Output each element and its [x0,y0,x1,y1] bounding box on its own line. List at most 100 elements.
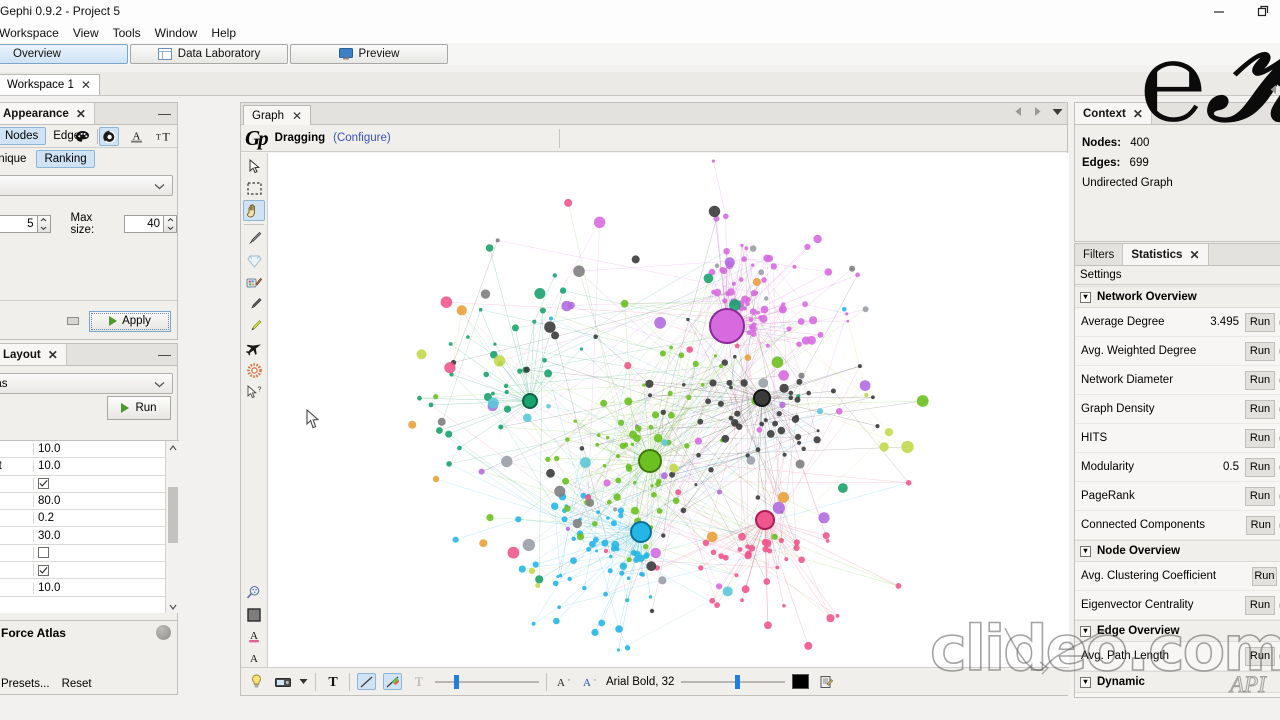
statistic-run-button[interactable]: Run [1245,428,1275,448]
tab-list-dropdown-icon[interactable] [1052,107,1063,119]
rectangle-select-icon[interactable] [243,178,265,199]
appearance-attribute-select[interactable]: Degree [0,175,173,196]
reset-button[interactable]: Reset [62,678,92,690]
statistic-report-icon[interactable] [1275,374,1280,387]
layout-property-row[interactable]: Autostab sensibility0.2 [0,510,165,528]
statistic-report-icon[interactable] [1275,316,1280,329]
menu-tools[interactable]: Tools [106,24,148,42]
next-tab-icon[interactable] [1033,106,1042,120]
statistic-run-button[interactable]: Run [1245,399,1275,419]
text-bold-icon[interactable]: T [323,673,342,690]
menu-window[interactable]: Window [148,24,205,42]
statistic-run-button[interactable]: Run [1245,341,1275,361]
brush-icon[interactable] [243,228,265,249]
statistic-run-button[interactable]: Run [1245,486,1275,506]
label-size-slider-knob[interactable] [735,674,741,689]
close-icon[interactable]: ✕ [1189,249,1199,261]
magnifier-icon[interactable] [243,582,265,603]
layout-property-row[interactable]: Autostab Strength80.0 [0,493,165,511]
statistic-report-icon[interactable] [1275,345,1280,358]
hand-drag-icon[interactable] [243,200,265,221]
statistics-group-header[interactable]: ▾ Network Overview [1075,286,1280,308]
palette-icon[interactable] [72,127,92,146]
minimize-icon[interactable] [1208,2,1230,20]
statistic-run-button[interactable]: Run [1245,370,1275,390]
node-label-icon[interactable]: T [409,673,428,690]
label-size-down-icon[interactable]: A · [554,673,573,690]
mode-button-preview[interactable]: Preview [290,44,448,64]
edge-toggle-icon[interactable] [357,673,376,690]
minimize-panel-icon[interactable]: — [158,107,171,120]
layout-property-value[interactable]: 10.0 [34,582,165,594]
layout-property-row[interactable]: Speed10.0 [0,579,165,597]
layout-property-value[interactable]: 10.0 [34,460,165,472]
label-underline-icon[interactable]: A [243,626,265,647]
diamond-icon[interactable] [243,250,265,271]
layout-property-value[interactable] [34,478,165,490]
statistic-run-button[interactable]: Run [1245,595,1275,615]
menu-view[interactable]: View [66,24,106,42]
statistic-run-button[interactable]: Run [1245,457,1275,477]
airplane-icon[interactable] [243,338,265,359]
highlighter-icon[interactable] [243,316,265,337]
statistic-report-icon[interactable] [1275,650,1280,663]
layout-property-row[interactable]: Gravity30.0 [0,527,165,545]
layout-property-value[interactable] [34,564,165,576]
workspace-tab[interactable]: Workspace 1 ✕ [0,74,100,95]
cursor-tool-icon[interactable] [243,156,265,177]
close-icon[interactable]: ✕ [292,110,302,122]
statistics-group-header[interactable]: ▾ Edge Overview [1075,620,1280,642]
layout-property-row[interactable]: Auto stabilize function [0,476,165,493]
scrollbar-thumb[interactable] [168,487,178,543]
font-label[interactable]: Arial Bold, 32 [606,676,674,688]
chevron-down-icon[interactable] [299,676,308,688]
gear-flower-icon[interactable] [243,360,265,381]
close-icon[interactable]: ✕ [81,79,91,91]
statistics-settings-row[interactable]: Settings [1075,266,1280,285]
scroll-down-icon[interactable] [166,600,179,613]
label-size-up-icon[interactable]: A · [580,673,599,690]
close-icon[interactable]: ✕ [48,349,58,361]
statistic-report-icon[interactable] [1275,490,1280,503]
label-attributes-icon[interactable] [816,673,835,690]
menu-help[interactable]: Help [204,24,243,42]
statistic-report-icon[interactable] [1275,519,1280,532]
label-size-slider[interactable] [681,674,786,689]
checkbox-icon[interactable] [38,478,49,490]
scroll-up-icon[interactable] [166,441,179,455]
tab-filters[interactable]: Filters [1075,244,1124,265]
statistic-report-icon[interactable] [1275,461,1280,474]
statistic-run-button[interactable]: Run [1245,312,1275,332]
close-icon[interactable]: ✕ [1133,108,1143,120]
layout-property-value[interactable]: 0.2 [34,512,165,524]
tab-nodes[interactable]: Nodes [0,127,47,145]
label-icon[interactable]: A [243,648,265,669]
presets-button[interactable]: Presets... [1,678,50,690]
layout-property-value[interactable]: 80.0 [34,495,165,507]
min-size-input[interactable]: 5 [0,215,38,233]
pencil-icon[interactable] [243,294,265,315]
restore-icon[interactable] [1252,2,1274,20]
layout-property-value[interactable] [34,547,165,559]
layout-run-button[interactable]: Run [107,396,171,420]
mode-button-data-laboratory[interactable]: Data Laboratory [130,44,288,64]
layout-property-row[interactable]: Repulsion strength10.0 [0,441,165,459]
tab-graph[interactable]: Graph ✕ [243,105,312,125]
statistic-run-button[interactable]: Run [1245,646,1275,666]
collapse-arrow-icon[interactable] [1269,84,1278,98]
tab-unique[interactable]: Unique [0,151,33,167]
statistic-run-button[interactable]: Run [1251,566,1277,586]
properties-scrollbar[interactable] [165,441,179,613]
edge-color-icon[interactable] [383,673,402,690]
layout-property-row[interactable]: Maximum displacement10.0 [0,458,165,476]
menu-workspace[interactable]: Workspace [0,24,66,42]
collapse-icon[interactable]: ▾ [1080,625,1091,637]
help-icon[interactable] [156,625,171,640]
checkbox-icon[interactable] [38,547,49,559]
layout-property-value[interactable]: 30.0 [34,530,165,542]
prev-tab-icon[interactable] [1014,106,1023,120]
statistic-report-icon[interactable] [1275,599,1280,612]
tab-context[interactable]: Context ✕ [1075,103,1152,124]
camera-icon[interactable] [273,673,292,690]
layout-property-value[interactable]: 10.0 [34,443,165,455]
